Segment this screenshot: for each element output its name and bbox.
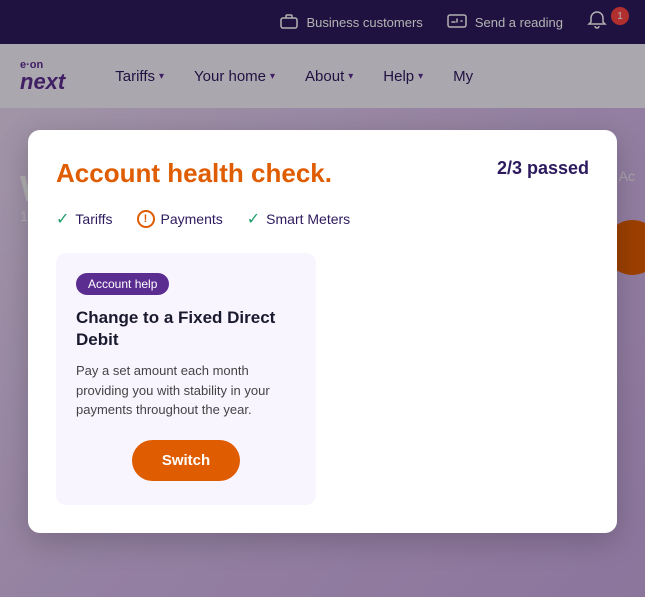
switch-button[interactable]: Switch — [132, 440, 240, 481]
card-tag: Account help — [76, 273, 169, 295]
modal-score: 2/3 passed — [497, 158, 589, 179]
smart-meters-check-pass-icon: ✓ — [247, 209, 260, 229]
check-smart-meters-label: Smart Meters — [266, 211, 350, 227]
payments-check-warn-icon: ! — [137, 210, 155, 228]
check-tariffs: ✓ Tariffs — [56, 209, 113, 229]
tariffs-check-pass-icon: ✓ — [56, 209, 69, 229]
check-payments-label: Payments — [161, 211, 223, 227]
modal-header: Account health check. 2/3 passed — [56, 158, 589, 189]
check-smart-meters: ✓ Smart Meters — [247, 209, 350, 229]
check-tariffs-label: Tariffs — [75, 211, 112, 227]
health-check-modal: Account health check. 2/3 passed ✓ Tarif… — [28, 130, 617, 533]
modal-title: Account health check. — [56, 158, 332, 189]
checks-row: ✓ Tariffs ! Payments ✓ Smart Meters — [56, 209, 589, 229]
card-description: Pay a set amount each month providing yo… — [76, 361, 296, 420]
card-title: Change to a Fixed Direct Debit — [76, 307, 296, 351]
check-payments: ! Payments — [137, 210, 223, 228]
account-help-card: Account help Change to a Fixed Direct De… — [56, 253, 316, 505]
